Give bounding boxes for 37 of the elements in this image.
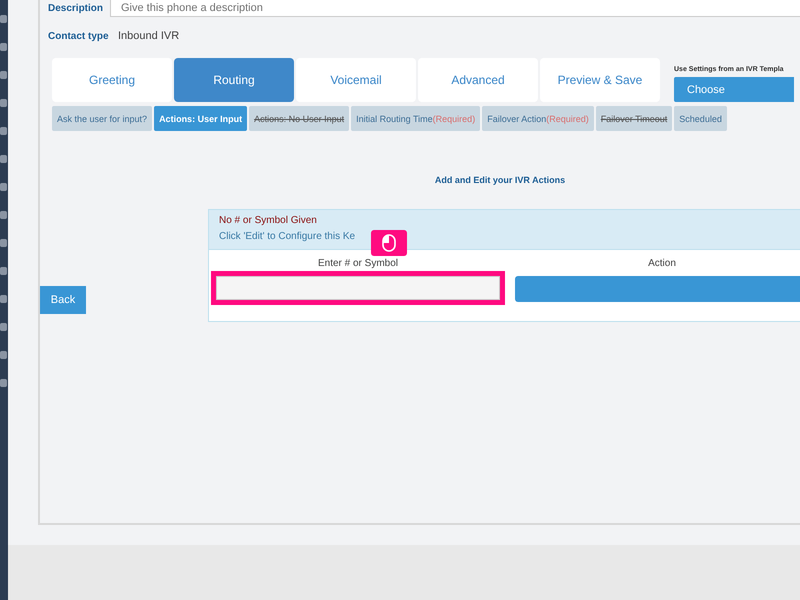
section-title: Add and Edit your IVR Actions — [434, 175, 566, 185]
sidebar-icon[interactable] — [0, 98, 8, 108]
step-tab[interactable]: Voicemail — [296, 58, 416, 102]
step-tab[interactable]: Greeting — [52, 58, 172, 102]
sidebar-icon[interactable] — [0, 210, 8, 220]
sidebar-icon[interactable] — [0, 294, 8, 304]
sidebar-icon[interactable] — [0, 126, 8, 136]
sub-tab[interactable]: Ask the user for input? — [52, 106, 152, 131]
step-tab[interactable]: Preview & Save — [540, 58, 660, 102]
step-tab[interactable]: Routing — [174, 58, 294, 102]
sub-tab[interactable]: Failover Action(Required) — [482, 106, 594, 131]
sidebar-icon[interactable] — [0, 154, 8, 164]
sidebar-icon[interactable] — [0, 378, 8, 388]
contact-type-value: Inbound IVR — [118, 30, 180, 42]
sidebar-icon[interactable] — [0, 70, 8, 80]
action-label: Action — [648, 258, 676, 269]
sidebar-icon[interactable] — [0, 182, 8, 192]
sidebar-icon[interactable] — [0, 350, 8, 360]
symbol-field[interactable] — [216, 276, 500, 300]
sidebar-icon[interactable] — [0, 266, 8, 276]
sidebar-icon[interactable] — [0, 322, 8, 332]
key-status: No # or Symbol Given — [219, 215, 318, 226]
key-hint: Click 'Edit' to Configure this Ke — [219, 231, 356, 242]
description-field[interactable]: Give this phone a description — [110, 0, 800, 17]
description-label: Description — [47, 2, 104, 14]
mouse-icon — [382, 234, 396, 252]
step-tab[interactable]: Advanced — [418, 58, 538, 102]
symbol-label: Enter # or Symbol — [318, 258, 398, 269]
sidebar-icon[interactable] — [0, 14, 8, 24]
sub-tab[interactable]: Scheduled — [674, 106, 727, 131]
sidebar-icon[interactable] — [0, 42, 8, 52]
sub-tab[interactable]: Actions: User Input — [154, 106, 248, 131]
sidebar-icon[interactable] — [0, 238, 8, 248]
back-button[interactable]: Back — [40, 286, 86, 314]
contact-type-label: Contact type — [47, 30, 110, 42]
sub-tab[interactable]: Initial Routing Time(Required) — [351, 106, 480, 131]
choose-button[interactable]: Choose — [674, 77, 794, 102]
